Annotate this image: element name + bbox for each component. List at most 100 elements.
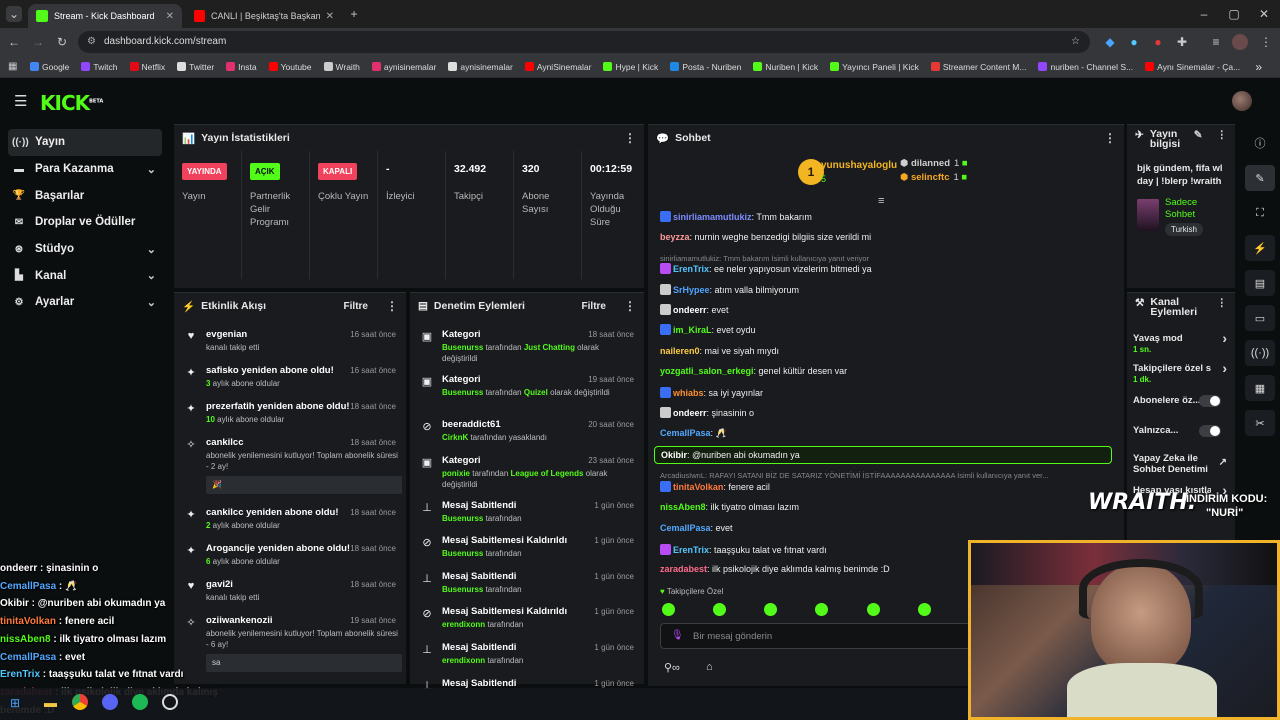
chat-message[interactable]: sinirliamamutlukiz: Tmm bakarım [660, 211, 812, 222]
bookmark-item[interactable]: Hype | Kick [603, 62, 658, 72]
moderator-name[interactable]: Busenurss [442, 514, 483, 523]
tab-youtube-stream[interactable]: CANLI | Beşiktaş'ta Başkan Seri ✕ [186, 4, 342, 28]
more-options-icon[interactable]: ⋮ [1104, 131, 1116, 145]
emote-icon[interactable] [662, 603, 675, 616]
filter-button[interactable]: Filtre [344, 301, 368, 312]
apps-grid-icon[interactable]: ▦ [8, 61, 17, 72]
new-tab-icon[interactable]: + [346, 6, 362, 22]
scroll-filter-icon[interactable]: ≡ [878, 195, 884, 207]
document-icon[interactable]: ▤ [1245, 270, 1275, 296]
chat-message[interactable]: nissAben8: ilk tiyatro olması lazım [660, 502, 799, 512]
chrome-icon[interactable] [72, 694, 88, 710]
category-name[interactable]: Sadece Sohbet [1165, 197, 1225, 221]
chat-message[interactable]: zaradabest: ilk psikolojik diye aklımda … [660, 564, 890, 574]
chat-username[interactable]: SrHypee [673, 285, 710, 295]
bookmark-star-icon[interactable]: ☆ [1071, 31, 1080, 53]
chat-username[interactable]: sinirliamamutlukiz [673, 212, 752, 222]
moderator-name[interactable]: CirknK [442, 433, 468, 442]
address-bar[interactable]: ⚙ dashboard.kick.com/stream ☆ [78, 31, 1090, 53]
broadcast-icon[interactable]: ((·)) [1245, 340, 1275, 366]
filter-button[interactable]: Filtre [582, 301, 606, 312]
tab-kick-dashboard[interactable]: Stream - Kick Dashboard ✕ [28, 4, 182, 28]
chat-message-input[interactable]: 🎙 Bir mesaj gönderin [660, 623, 972, 649]
sidebar-item-6[interactable]: ⚙ Ayarlar ⌄ [8, 289, 162, 316]
sidebar-item-3[interactable]: ✉ Droplar ve Ödüller [8, 209, 162, 236]
chat-message[interactable]: CemallPasa: 🥂 [660, 428, 727, 439]
chat-username[interactable]: ondeerr [673, 305, 707, 315]
spotify-icon[interactable] [132, 694, 148, 710]
moderator-name[interactable]: erendixonn [442, 656, 485, 665]
chat-username[interactable]: nissAben8 [660, 502, 706, 512]
chat-message[interactable]: CemallPasa: evet [660, 523, 733, 533]
chat-username[interactable]: tinitaVolkan [673, 482, 723, 492]
chat-username[interactable]: ErenTrix [673, 545, 709, 555]
bookmark-item[interactable]: Posta - Nuriben [670, 62, 741, 72]
emote-icon[interactable] [917, 603, 931, 616]
chat-username[interactable]: zaradabest [660, 564, 707, 574]
moderator-name[interactable]: Busenurss [442, 388, 483, 397]
moderator-name[interactable]: Busenurss [442, 343, 483, 352]
bookmark-item[interactable]: aynisinemalar [371, 62, 436, 72]
sidebar-item-4[interactable]: ⊛ Stüdyo ⌄ [8, 236, 162, 263]
info-icon[interactable]: ⓘ [1245, 130, 1275, 156]
more-options-icon[interactable]: ⋮ [1217, 297, 1228, 309]
moderator-name[interactable]: Busenurss [442, 549, 483, 558]
sidebar-item-1[interactable]: ▬ Para Kazanma ⌄ [8, 156, 162, 183]
extension-red-icon[interactable]: ● [1150, 34, 1166, 50]
channel-action-item[interactable]: Yalnızca... [1133, 425, 1229, 437]
channel-action-item[interactable]: Yavaş mod 1 sn. › [1133, 331, 1229, 355]
chat-username[interactable]: CemallPasa [660, 523, 711, 533]
chevron-down-icon[interactable]: ⌄ [147, 243, 156, 256]
chat-message[interactable]: tinitaVolkan: fenere acil [660, 481, 770, 492]
chat-username[interactable]: beyzza [660, 232, 690, 242]
moderator-name[interactable]: Busenurss [442, 585, 483, 594]
close-tab-icon[interactable]: ✕ [326, 11, 334, 22]
more-options-icon[interactable]: ⋮ [386, 299, 398, 313]
edit-icon[interactable]: ✎ [1194, 129, 1203, 141]
browser-menu-icon[interactable]: ⋮ [1258, 34, 1274, 50]
close-window-icon[interactable]: ✕ [1256, 6, 1272, 22]
chat-message[interactable]: ondeerr: evet [660, 304, 729, 315]
emote-icon[interactable] [866, 603, 880, 616]
toggle-switch[interactable] [1199, 395, 1221, 407]
more-bookmarks-icon[interactable]: » [1255, 60, 1262, 74]
channel-action-item[interactable]: Abonelere öz... [1133, 395, 1229, 407]
chevron-right-icon[interactable]: › [1222, 331, 1227, 345]
emote-icon[interactable] [713, 603, 727, 616]
maximize-icon[interactable]: ▢ [1226, 6, 1242, 22]
bookmark-item[interactable]: Google [30, 62, 69, 72]
tab-search-icon[interactable]: ⌄ [6, 6, 22, 22]
chat-username[interactable]: naileren0 [660, 346, 700, 356]
extensions-puzzle-icon[interactable]: ✚ [1174, 34, 1190, 50]
more-options-icon[interactable]: ⋮ [624, 299, 636, 313]
back-icon[interactable]: ← [6, 34, 22, 50]
chevron-right-icon[interactable]: › [1222, 361, 1227, 375]
chat-message[interactable]: ondeerr: şinasinin o [660, 407, 754, 418]
chat-username[interactable]: ErenTrix [673, 264, 709, 274]
channel-action-item[interactable]: Yapay Zeka ile Sohbet Denetimi ↗ [1133, 453, 1229, 475]
chat-username[interactable]: whiabs [673, 388, 704, 398]
bookmark-item[interactable]: Aynı Sinemalar - Ça... [1145, 62, 1240, 72]
lightning-icon[interactable]: ⚡ [1245, 235, 1275, 261]
bookmark-item[interactable]: Twitch [81, 62, 118, 72]
chevron-down-icon[interactable]: ⌄ [147, 269, 156, 282]
close-tab-icon[interactable]: ✕ [166, 11, 174, 22]
bookmark-item[interactable]: AyniSinemalar [524, 62, 591, 72]
bookmark-item[interactable]: aynisinemalar [448, 62, 513, 72]
chat-message[interactable]: SrHypee: atım valla bilmiyorum [660, 284, 799, 295]
discord-icon[interactable] [102, 694, 118, 710]
bookmark-item[interactable]: Nuriben | Kick [753, 62, 818, 72]
extension-icon[interactable]: ● [1126, 34, 1142, 50]
chat-icon[interactable]: ▭ [1245, 305, 1275, 331]
more-options-icon[interactable]: ⋮ [624, 131, 636, 145]
moderator-name[interactable]: erendixonn [442, 620, 485, 629]
chat-message[interactable]: ErenTrix: taaşşuku talat ve fıtnat vardı [660, 544, 827, 555]
hamburger-menu-icon[interactable]: ☰ [14, 92, 27, 110]
shield-extension-icon[interactable]: ◆ [1102, 34, 1118, 50]
chevron-down-icon[interactable]: ⌄ [147, 163, 156, 176]
channel-action-item[interactable]: Takipçilere özel s1 dk. › [1133, 361, 1229, 385]
bookmark-item[interactable]: Yayıncı Paneli | Kick [830, 62, 919, 72]
media-icon[interactable]: ≡ [1208, 34, 1224, 50]
forward-icon[interactable]: → [30, 34, 46, 50]
external-link-icon[interactable]: ↗ [1219, 457, 1227, 468]
